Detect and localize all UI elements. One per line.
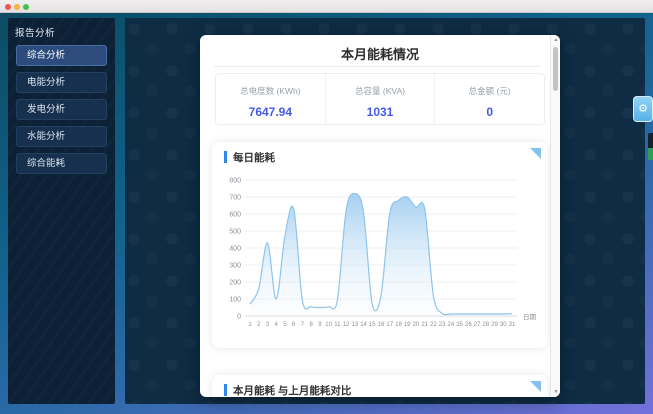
stat-col-0: 总电度数 (KWh) 7647.94	[216, 74, 326, 124]
svg-text:10: 10	[325, 322, 332, 328]
stat-value: 1031	[326, 105, 435, 119]
minimize-window-button[interactable]	[14, 4, 20, 10]
sidebar-menu: 综合分析电能分析发电分析水能分析综合能耗	[8, 45, 115, 174]
scroll-up-icon[interactable]: ▲	[551, 37, 560, 43]
svg-text:800: 800	[229, 178, 241, 185]
corner-triangle-icon	[530, 148, 541, 159]
stat-value: 7647.94	[216, 105, 325, 119]
settings-gear-button[interactable]: ⚙	[633, 96, 653, 122]
svg-text:24: 24	[448, 322, 455, 328]
sidebar-item-0[interactable]: 综合分析	[16, 45, 107, 66]
svg-text:2: 2	[257, 322, 261, 328]
corner-triangle-icon	[530, 381, 541, 392]
svg-text:6: 6	[292, 322, 296, 328]
gear-icon: ⚙	[638, 103, 648, 115]
svg-text:11: 11	[334, 322, 341, 328]
svg-text:600: 600	[229, 212, 241, 219]
card-title: 本月能耗情况	[200, 35, 560, 63]
svg-text:30: 30	[500, 322, 507, 328]
svg-text:1: 1	[248, 322, 252, 328]
section-title: 每日能耗	[233, 150, 275, 165]
svg-text:23: 23	[439, 322, 446, 328]
daily-energy-chart: 0100200300400500600700800123456789101112…	[218, 170, 542, 342]
svg-text:300: 300	[229, 263, 241, 270]
sidebar-item-1[interactable]: 电能分析	[16, 72, 107, 93]
svg-text:200: 200	[229, 280, 241, 287]
edge-tool-button[interactable]	[648, 133, 653, 160]
svg-text:8: 8	[309, 322, 313, 328]
card-scrollbar[interactable]: ▲ ▼	[550, 35, 560, 397]
sidebar: 报告分析 综合分析电能分析发电分析水能分析综合能耗	[8, 18, 115, 404]
svg-text:31: 31	[509, 322, 516, 328]
svg-text:20: 20	[413, 322, 420, 328]
sidebar-item-3[interactable]: 水能分析	[16, 126, 107, 147]
close-window-button[interactable]	[5, 4, 11, 10]
svg-text:17: 17	[386, 322, 393, 328]
svg-text:5: 5	[283, 322, 287, 328]
section-title: 本月能耗 与上月能耗对比	[233, 383, 351, 397]
svg-text:14: 14	[360, 322, 367, 328]
svg-text:19: 19	[404, 322, 411, 328]
svg-text:25: 25	[456, 322, 463, 328]
stat-col-1: 总容量 (KVA) 1031	[326, 74, 436, 124]
scrollbar-thumb[interactable]	[553, 47, 558, 91]
svg-text:9: 9	[318, 322, 322, 328]
title-divider	[214, 66, 540, 67]
svg-text:18: 18	[395, 322, 402, 328]
svg-text:4: 4	[275, 322, 279, 328]
stats-box: 总电度数 (KWh) 7647.94总容量 (KVA) 1031总金额 (元) 0	[215, 73, 545, 125]
sidebar-item-4[interactable]: 综合能耗	[16, 153, 107, 174]
svg-text:15: 15	[369, 322, 376, 328]
month-comparison-section: 本月能耗 与上月能耗对比	[212, 375, 548, 397]
section-accent-bar	[224, 384, 227, 396]
svg-text:500: 500	[229, 229, 241, 236]
svg-text:22: 22	[430, 322, 437, 328]
svg-text:21: 21	[421, 322, 428, 328]
svg-text:29: 29	[491, 322, 498, 328]
svg-text:16: 16	[378, 322, 385, 328]
section-header: 每日能耗	[212, 142, 548, 168]
svg-text:0: 0	[237, 314, 241, 321]
svg-text:7: 7	[301, 322, 305, 328]
section-header: 本月能耗 与上月能耗对比	[212, 375, 548, 397]
titlebar	[0, 0, 653, 13]
stat-col-2: 总金额 (元) 0	[435, 74, 544, 124]
svg-text:12: 12	[343, 322, 350, 328]
svg-text:400: 400	[229, 246, 241, 253]
stat-label: 总电度数 (KWh)	[216, 85, 325, 97]
svg-text:27: 27	[474, 322, 481, 328]
stat-value: 0	[435, 105, 544, 119]
stat-label: 总容量 (KVA)	[326, 85, 435, 97]
scroll-down-icon[interactable]: ▼	[551, 389, 560, 395]
sidebar-header: 报告分析	[8, 18, 115, 45]
svg-text:3: 3	[266, 322, 270, 328]
stat-label: 总金额 (元)	[435, 85, 544, 97]
app-window: 报告分析 综合分析电能分析发电分析水能分析综合能耗 本月能耗情况 总电度数 (K…	[0, 0, 653, 414]
section-accent-bar	[224, 151, 227, 163]
svg-text:28: 28	[482, 322, 489, 328]
content-card: 本月能耗情况 总电度数 (KWh)7647.94总容量 (KVA)1031总金额…	[200, 35, 560, 397]
zoom-window-button[interactable]	[23, 4, 29, 10]
sidebar-item-2[interactable]: 发电分析	[16, 99, 107, 120]
daily-energy-section: 每日能耗 01002003004005006007008001234567891…	[212, 142, 548, 348]
svg-text:13: 13	[351, 322, 358, 328]
svg-text:26: 26	[465, 322, 472, 328]
svg-text:日期: 日期	[523, 313, 537, 321]
svg-text:700: 700	[229, 195, 241, 202]
svg-text:100: 100	[229, 297, 241, 304]
